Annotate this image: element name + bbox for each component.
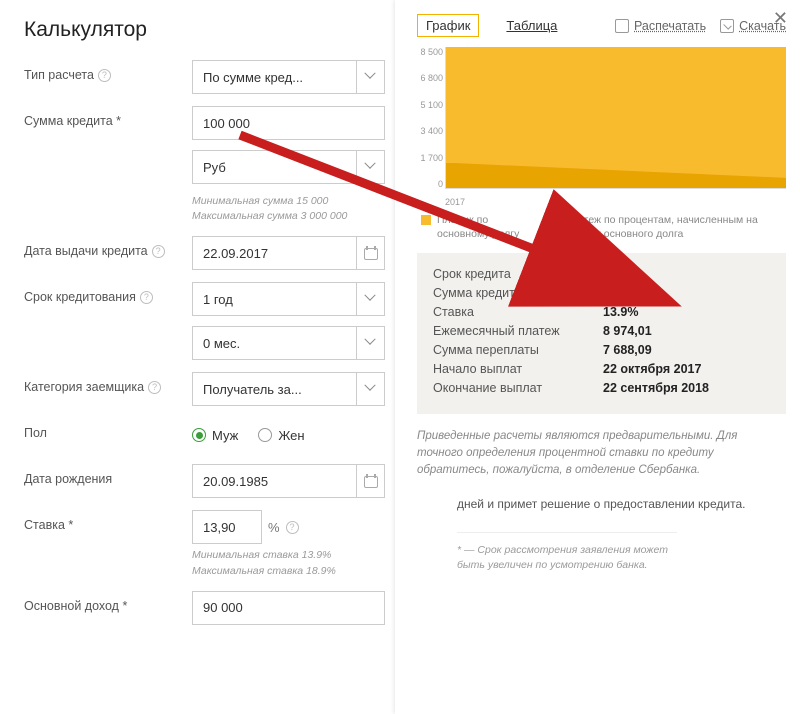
chevron-down-icon[interactable] bbox=[356, 150, 385, 184]
gender-female-radio[interactable]: Жен bbox=[258, 428, 304, 443]
summary-box: Срок кредита12 мес. Сумма кредита100 000… bbox=[417, 253, 786, 414]
label-issue-date: Дата выдачи кредита bbox=[24, 244, 148, 258]
tab-table[interactable]: Таблица bbox=[497, 14, 566, 37]
chevron-down-icon[interactable] bbox=[356, 60, 385, 94]
percent-label: % bbox=[268, 520, 280, 535]
print-link[interactable]: Распечатать bbox=[615, 19, 706, 33]
term-months-select[interactable]: 0 мес. bbox=[192, 326, 356, 360]
background-text: дней и примет решение о предоставлении к… bbox=[417, 496, 786, 573]
page-title: Калькулятор bbox=[24, 18, 385, 42]
label-income: Основной доход * bbox=[24, 599, 127, 613]
term-years-select[interactable]: 1 год bbox=[192, 282, 356, 316]
info-icon[interactable]: ? bbox=[98, 69, 111, 82]
income-input[interactable] bbox=[192, 591, 385, 625]
label-amount: Сумма кредита * bbox=[24, 114, 121, 128]
chart-legend: Платеж по основному долгу Платеж по проц… bbox=[421, 213, 786, 241]
label-calc-type: Тип расчета bbox=[24, 68, 94, 82]
result-panel: ✕ График Таблица Распечатать Скачать 8 5… bbox=[395, 0, 800, 714]
rate-input[interactable] bbox=[192, 510, 262, 544]
info-icon[interactable]: ? bbox=[140, 291, 153, 304]
print-icon bbox=[615, 19, 629, 33]
label-gender: Пол bbox=[24, 426, 47, 440]
label-rate: Ставка * bbox=[24, 518, 73, 532]
tab-chart[interactable]: График bbox=[417, 14, 479, 37]
chevron-down-icon[interactable] bbox=[356, 282, 385, 316]
category-select[interactable]: Получатель за... bbox=[192, 372, 356, 406]
issue-date-input[interactable] bbox=[192, 236, 356, 270]
birth-input[interactable] bbox=[192, 464, 356, 498]
calculator-form: Калькулятор Тип расчета? По сумме кред..… bbox=[0, 0, 395, 714]
download-icon bbox=[720, 19, 734, 33]
calc-type-select[interactable]: По сумме кред... bbox=[192, 60, 356, 94]
chevron-down-icon[interactable] bbox=[356, 372, 385, 406]
label-term: Срок кредитования bbox=[24, 290, 136, 304]
rate-hint: Минимальная ставка 13.9% Максимальная ст… bbox=[192, 548, 385, 578]
currency-select[interactable]: Руб bbox=[192, 150, 356, 184]
payment-chart: 8 500 6 800 5 100 3 400 1 700 0 2017 bbox=[445, 47, 786, 207]
label-category: Категория заемщика bbox=[24, 380, 144, 394]
amount-input[interactable] bbox=[192, 106, 385, 140]
label-birth: Дата рождения bbox=[24, 472, 112, 486]
calendar-icon[interactable] bbox=[356, 464, 385, 498]
chevron-down-icon[interactable] bbox=[356, 326, 385, 360]
gender-male-radio[interactable]: Муж bbox=[192, 428, 238, 443]
amount-hint: Минимальная сумма 15 000 Максимальная су… bbox=[192, 194, 385, 224]
disclaimer-text: Приведенные расчеты являются предварител… bbox=[417, 428, 786, 478]
info-icon[interactable]: ? bbox=[286, 521, 299, 534]
close-icon[interactable]: ✕ bbox=[773, 8, 788, 29]
calendar-icon[interactable] bbox=[356, 236, 385, 270]
info-icon[interactable]: ? bbox=[148, 381, 161, 394]
info-icon[interactable]: ? bbox=[152, 245, 165, 258]
